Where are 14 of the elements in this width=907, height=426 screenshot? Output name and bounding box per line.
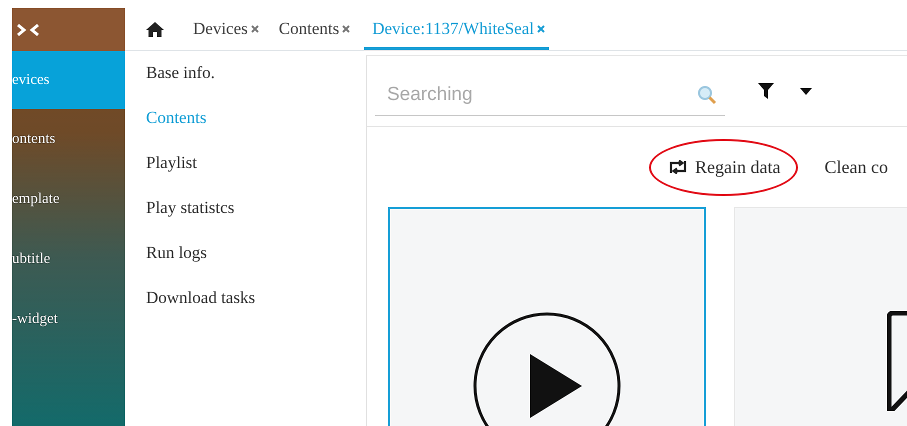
sidebar-item[interactable]: ubtitle xyxy=(12,229,125,289)
sidebar-item[interactable]: ontents xyxy=(12,109,125,169)
toolbar-button[interactable]: Clean co xyxy=(806,138,906,196)
tab[interactable]: Contents xyxy=(278,19,340,39)
subnav-item[interactable]: Run logs xyxy=(146,243,366,263)
sidebar-item[interactable]: -widget xyxy=(12,289,125,349)
subnav-item[interactable]: Download tasks xyxy=(146,288,366,308)
subnav-item[interactable]: Play statistcs xyxy=(146,198,366,218)
sidebar-item[interactable]: emplate xyxy=(12,169,125,229)
toolbar-button[interactable]: Regain data xyxy=(649,138,798,196)
subnav-item[interactable]: Playlist xyxy=(146,153,366,173)
tab[interactable]: Devices xyxy=(193,19,248,39)
search-field[interactable]: Searching xyxy=(375,84,697,106)
subnav-item[interactable]: Base info. xyxy=(146,63,366,83)
